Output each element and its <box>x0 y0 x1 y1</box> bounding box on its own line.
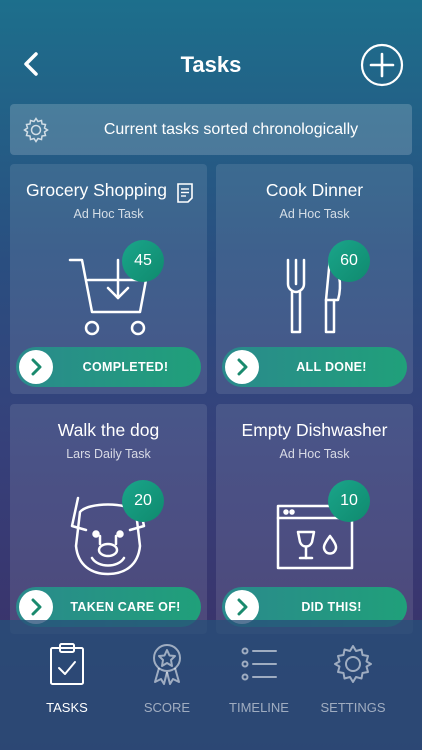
task-title: Empty Dishwasher <box>241 420 388 440</box>
chevron-right-icon <box>225 590 259 624</box>
task-card-cook-dinner[interactable]: Cook Dinner Ad Hoc Task 60 ALL DONE! <box>216 164 413 394</box>
points-badge: 20 <box>122 480 164 522</box>
gear-icon <box>334 645 372 683</box>
tab-label: SCORE <box>143 700 191 715</box>
task-title: Grocery Shopping <box>25 180 168 200</box>
tab-label: TASKS <box>46 700 88 715</box>
note-icon[interactable] <box>176 183 194 203</box>
sort-banner[interactable]: Current tasks sorted chronologically <box>10 104 412 155</box>
tab-settings[interactable]: SETTINGS <box>308 642 398 722</box>
award-icon <box>153 644 181 685</box>
chevron-right-icon <box>19 590 53 624</box>
header: Tasks <box>0 0 422 100</box>
task-subtitle: Lars Daily Task <box>66 447 151 461</box>
task-subtitle: Ad Hoc Task <box>279 447 350 461</box>
tab-bar: TASKS SCORE TIMELINE SETTINGS <box>0 620 422 750</box>
page-title: Tasks <box>180 52 242 77</box>
task-title: Cook Dinner <box>265 180 364 200</box>
tab-tasks[interactable]: TASKS <box>22 642 112 722</box>
points-badge: 60 <box>328 240 370 282</box>
complete-task-button[interactable]: COMPLETED! <box>16 347 201 387</box>
task-card-grocery-shopping[interactable]: Grocery Shopping Ad Hoc Task 45 COMPLETE… <box>10 164 207 394</box>
task-subtitle: Ad Hoc Task <box>279 207 350 221</box>
banner-text: Current tasks sorted chronologically <box>103 121 359 138</box>
points-badge: 45 <box>122 240 164 282</box>
tab-timeline[interactable]: TIMELINE <box>214 642 304 722</box>
action-label: ALL DONE! <box>296 360 367 374</box>
tab-label: SETTINGS <box>320 700 386 715</box>
tab-label: TIMELINE <box>229 700 289 715</box>
list-icon <box>241 647 277 681</box>
gear-icon <box>23 117 49 143</box>
task-card-walk-the-dog[interactable]: Walk the dog Lars Daily Task 20 TAKEN CA… <box>10 404 207 634</box>
action-label: COMPLETED! <box>82 360 169 374</box>
complete-task-button[interactable]: ALL DONE! <box>222 347 407 387</box>
task-card-empty-dishwasher[interactable]: Empty Dishwasher Ad Hoc Task 10 DID THIS… <box>216 404 413 634</box>
plus-circle-icon[interactable] <box>360 43 404 87</box>
points-badge: 10 <box>328 480 370 522</box>
task-subtitle: Ad Hoc Task <box>73 207 144 221</box>
action-label: TAKEN CARE OF! <box>70 600 181 614</box>
tab-score[interactable]: SCORE <box>122 642 212 722</box>
action-label: DID THIS! <box>301 600 362 614</box>
clipboard-check-icon <box>50 643 84 685</box>
chevron-right-icon <box>19 350 53 384</box>
task-title: Walk the dog <box>57 420 160 440</box>
chevron-right-icon <box>225 350 259 384</box>
